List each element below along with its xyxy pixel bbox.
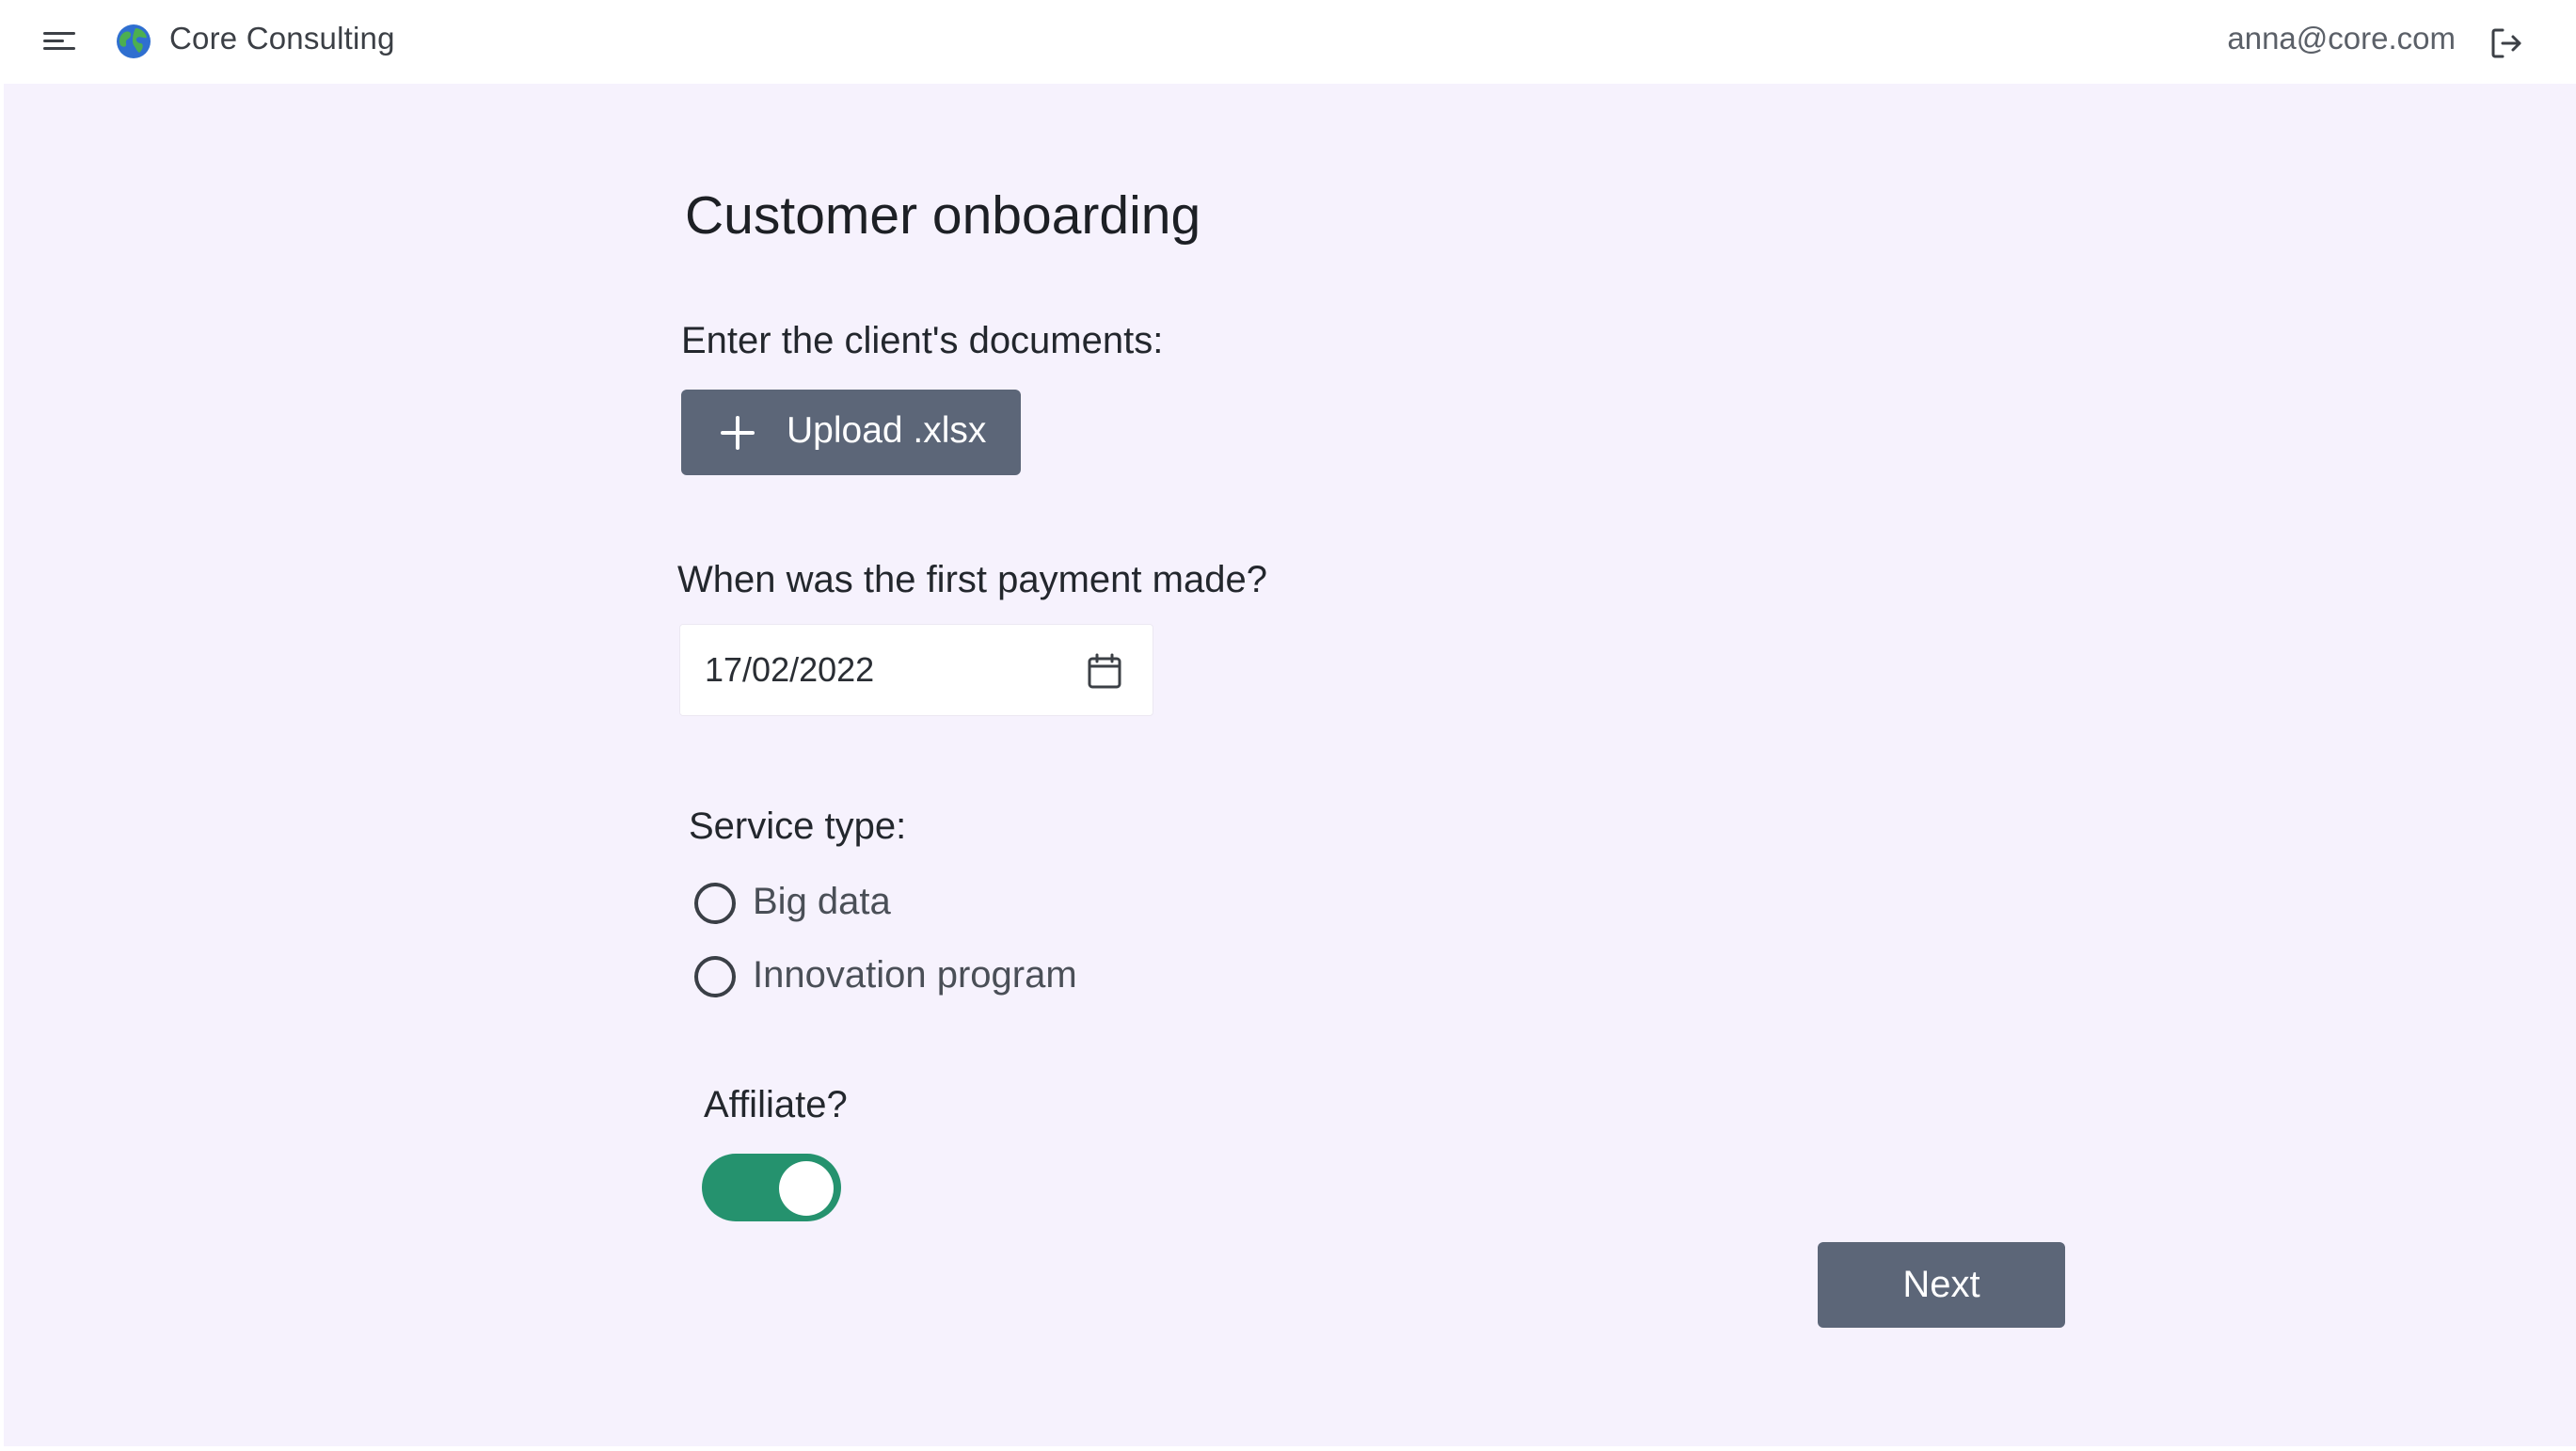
payment-date-value: 17/02/2022 xyxy=(705,650,875,689)
affiliate-toggle[interactable] xyxy=(702,1154,841,1221)
upload-button-label: Upload .xlsx xyxy=(787,410,987,451)
upload-xlsx-button[interactable]: Upload .xlsx xyxy=(681,390,1021,475)
plus-icon xyxy=(721,416,755,450)
radio-circle[interactable] xyxy=(694,883,736,924)
payment-date-label: When was the first payment made? xyxy=(677,559,1267,600)
calendar-icon[interactable] xyxy=(1085,651,1124,691)
service-type-label: Service type: xyxy=(689,805,907,847)
toggle-knob xyxy=(779,1161,834,1216)
radio-label-innovation-program: Innovation program xyxy=(753,954,1077,996)
globe-icon xyxy=(117,24,151,58)
user-email: anna@core.com xyxy=(2227,21,2456,56)
logout-icon[interactable] xyxy=(2488,24,2525,62)
affiliate-label: Affiliate? xyxy=(704,1084,848,1125)
next-button[interactable]: Next xyxy=(1818,1242,2065,1328)
documents-label: Enter the client's documents: xyxy=(681,320,1164,361)
payment-date-field[interactable]: 17/02/2022 xyxy=(679,624,1153,716)
radio-circle[interactable] xyxy=(694,956,736,997)
top-bar: Core Consulting anna@core.com xyxy=(0,0,2576,84)
main-content xyxy=(4,84,2576,1446)
hamburger-menu-icon[interactable] xyxy=(40,26,77,56)
radio-label-big-data: Big data xyxy=(753,881,891,922)
brand-name: Core Consulting xyxy=(169,21,395,56)
page-title: Customer onboarding xyxy=(685,185,1201,246)
